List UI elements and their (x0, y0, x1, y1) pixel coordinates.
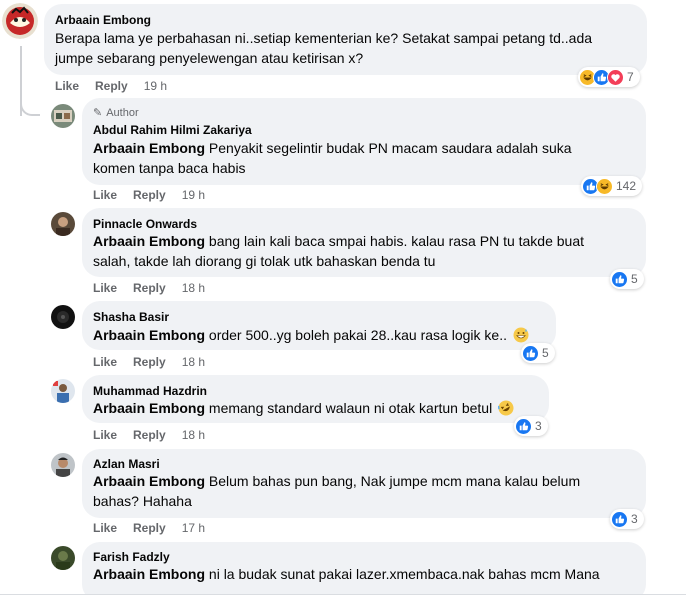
haha-icon (596, 177, 613, 195)
author-badge: ✎ Author (93, 107, 139, 119)
comment-author[interactable]: Farish Fadzly (93, 550, 170, 564)
reaction-count: 3 (535, 419, 542, 433)
reply-button[interactable]: Reply (95, 79, 128, 93)
like-icon (611, 510, 628, 528)
mention-link[interactable]: Arbaain Embong (93, 473, 205, 489)
avatar-farish[interactable] (51, 546, 75, 570)
comment-actions: Like Reply 19 h (55, 79, 167, 93)
mention-link[interactable]: Arbaain Embong (93, 140, 205, 156)
reaction-summary[interactable]: 5 (521, 343, 555, 363)
like-icon (515, 417, 532, 435)
reply-button[interactable]: Reply (133, 281, 166, 295)
mention-link[interactable]: Arbaain Embong (93, 400, 205, 416)
timestamp[interactable]: 19 h (182, 188, 205, 202)
avatar-pinnacle[interactable] (51, 212, 75, 236)
rofl-emoji (498, 400, 514, 416)
comment-text-line-1: Arbaain Embong ni la budak sunat pakai l… (93, 564, 600, 584)
like-icon (611, 270, 628, 288)
comment-actions: Like Reply 17 h (93, 521, 205, 535)
avatar-abdul-rahim[interactable] (51, 104, 75, 128)
grinning-sweat-emoji (513, 327, 529, 343)
like-icon (522, 344, 539, 362)
comment-text: Belum bahas pun bang, Nak jumpe mcm mana… (205, 473, 581, 489)
reaction-summary[interactable]: 142 (581, 176, 643, 196)
comment-author[interactable]: Azlan Masri (93, 457, 160, 471)
comment-text-line-1: Arbaain Embong bang lain kali baca smpai… (93, 231, 584, 251)
comment-actions: Like Reply 18 h (93, 281, 205, 295)
reaction-count: 5 (542, 346, 549, 360)
reaction-summary[interactable]: 3 (610, 509, 644, 529)
comment-author[interactable]: Pinnacle Onwards (93, 217, 197, 231)
avatar-shasha[interactable] (51, 305, 75, 329)
comment-actions: Like Reply 18 h (93, 428, 205, 442)
mention-link[interactable]: Arbaain Embong (93, 327, 205, 343)
reaction-count: 5 (631, 272, 638, 286)
reply-button[interactable]: Reply (133, 521, 166, 535)
comment-author[interactable]: Muhammad Hazdrin (93, 384, 207, 398)
like-button[interactable]: Like (55, 79, 79, 93)
timestamp[interactable]: 18 h (182, 428, 205, 442)
mention-link[interactable]: Arbaain Embong (93, 566, 205, 582)
like-button[interactable]: Like (93, 281, 117, 295)
comment-text-line-2: bahas? Hahaha (93, 493, 192, 509)
pen-icon: ✎ (93, 107, 103, 119)
reaction-summary[interactable]: 3 (514, 416, 548, 436)
comment-actions: Like Reply 19 h (93, 188, 205, 202)
comment-text: bang lain kali baca smpai habis. kalau r… (205, 233, 585, 249)
comment-text-line-1: Berapa lama ye perbahasan ni..setiap kem… (55, 30, 593, 46)
comment-text-line-2: jumpe sebarang penyelewengan atau ketiri… (55, 50, 364, 66)
reply-button[interactable]: Reply (133, 188, 166, 202)
like-button[interactable]: Like (93, 428, 117, 442)
love-icon (607, 68, 624, 86)
reaction-count: 7 (627, 70, 634, 84)
timestamp[interactable]: 19 h (144, 79, 167, 93)
like-button[interactable]: Like (93, 355, 117, 369)
comment-text-line-2: salah, takde lah diorang gi tolak utk ba… (93, 253, 436, 269)
mention-link[interactable]: Arbaain Embong (93, 233, 205, 249)
comment-author[interactable]: Shasha Basir (93, 310, 169, 324)
comment-text: Penyakit segelintir budak PN macam sauda… (205, 140, 572, 156)
thread-curve (20, 96, 40, 116)
timestamp[interactable]: 17 h (182, 521, 205, 535)
comment-author[interactable]: Arbaain Embong (55, 13, 151, 27)
comment-author[interactable]: Abdul Rahim Hilmi Zakariya (93, 123, 252, 137)
avatar-azlan[interactable] (51, 453, 75, 477)
reaction-count: 3 (631, 512, 638, 526)
avatar-arbaain[interactable] (2, 3, 38, 39)
reply-button[interactable]: Reply (133, 355, 166, 369)
comment-text-line-1: Arbaain Embong order 500..yg boleh pakai… (93, 325, 529, 345)
comment-text-line-1: Arbaain Embong memang standard walaun ni… (93, 398, 514, 418)
reaction-count: 142 (616, 179, 637, 193)
timestamp[interactable]: 18 h (182, 355, 205, 369)
reply-button[interactable]: Reply (133, 428, 166, 442)
reaction-summary[interactable]: 5 (610, 269, 644, 289)
comment-text: memang standard walaun ni otak kartun be… (205, 400, 493, 416)
comment-text: ni la budak sunat pakai lazer.xmembaca.n… (205, 566, 600, 582)
comment-actions: Like Reply 18 h (93, 355, 205, 369)
timestamp[interactable]: 18 h (182, 281, 205, 295)
like-button[interactable]: Like (93, 188, 117, 202)
comment-text: order 500..yg boleh pakai 28..kau rasa l… (205, 327, 507, 343)
comment-text-line-1: Arbaain Embong Belum bahas pun bang, Nak… (93, 471, 580, 491)
reaction-summary[interactable]: 7 (578, 67, 640, 87)
comment-text-line-2: komen tanpa baca habis (93, 160, 246, 176)
avatar-hazdrin[interactable] (51, 379, 75, 403)
comment-text-line-1: Arbaain Embong Penyakit segelintir budak… (93, 138, 572, 158)
like-button[interactable]: Like (93, 521, 117, 535)
